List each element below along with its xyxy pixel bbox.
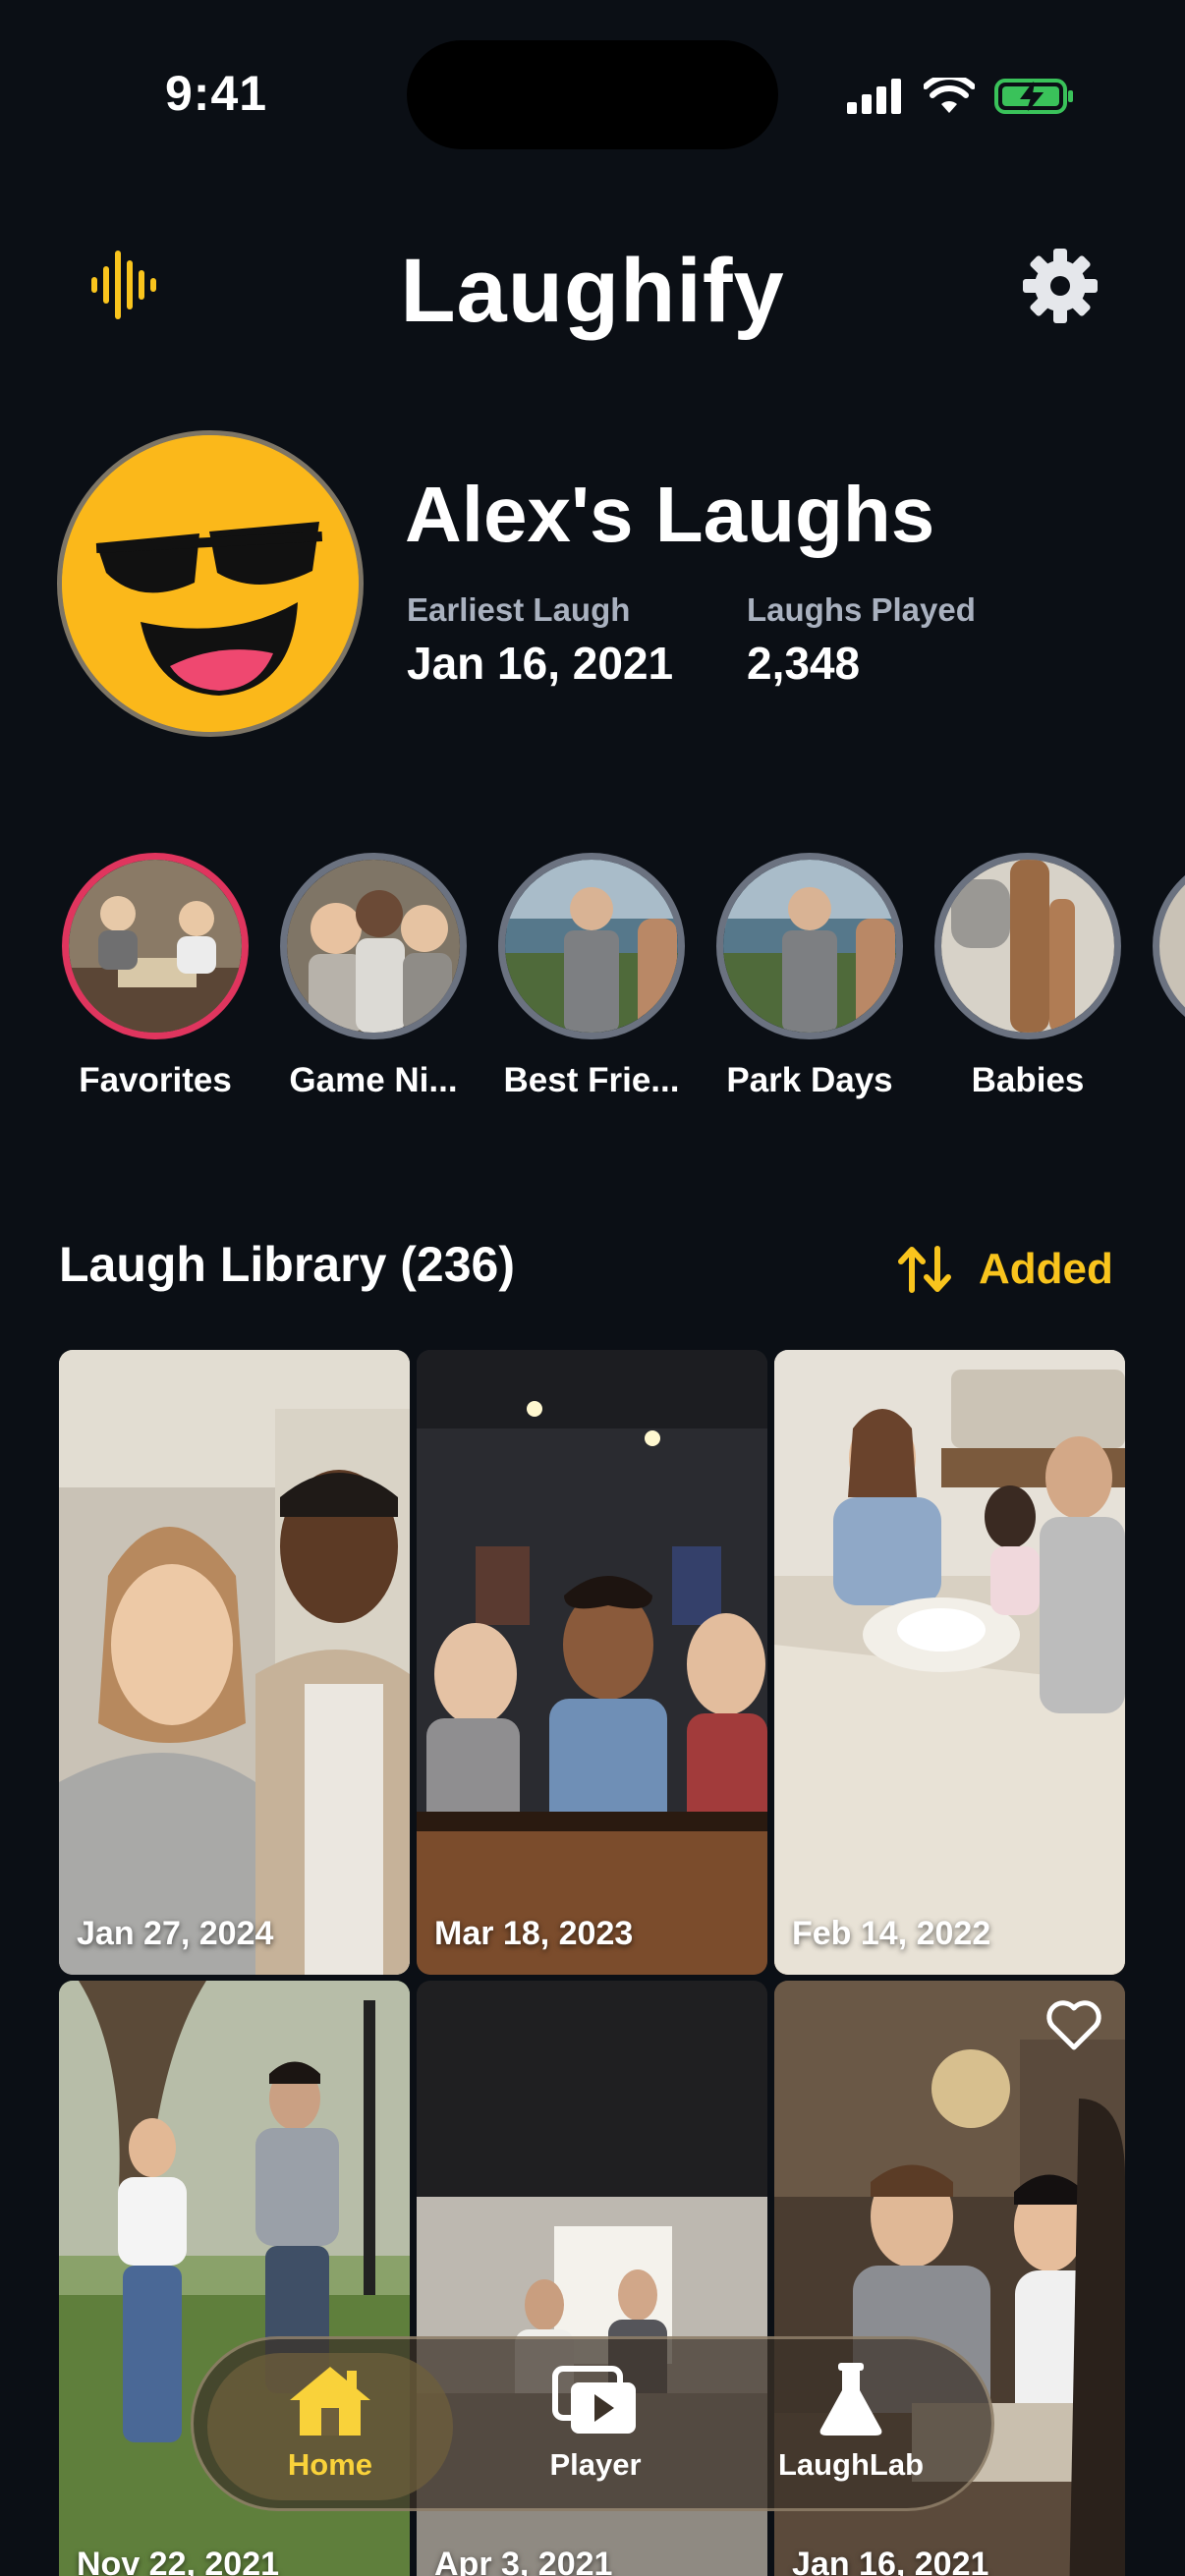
tile-date: Jan 16, 2021: [792, 2546, 989, 2576]
tab-label: Player: [549, 2447, 642, 2482]
album-label: Favorites: [79, 1061, 232, 1099]
stat-label: Laughs Played: [747, 591, 976, 628]
album-photo: [723, 860, 896, 1033]
settings-button[interactable]: [1022, 248, 1099, 324]
album-label: Babies: [971, 1061, 1085, 1099]
album-label: Best Frie...: [503, 1061, 680, 1099]
album-photo: [505, 860, 678, 1033]
wifi-icon: [924, 78, 975, 113]
player-icon: [552, 2366, 636, 2434]
album-photo: [287, 860, 460, 1033]
album-thumbnail: [1153, 853, 1185, 1039]
heart-icon[interactable]: [1044, 1996, 1103, 2051]
tile-date: Feb 14, 2022: [792, 1915, 991, 1952]
tab-laughlab[interactable]: LaughLab: [728, 2353, 974, 2500]
album-thumbnail: [62, 853, 249, 1039]
home-icon: [290, 2367, 370, 2436]
laugh-thumbnail: [417, 1350, 767, 1975]
album-thumbnail: [280, 853, 467, 1039]
album-best-friends[interactable]: Best Frie...: [497, 853, 686, 1100]
app-title: Laughify: [400, 241, 785, 341]
tab-bar: Home Player LaughLab: [191, 2336, 994, 2511]
flask-icon: [819, 2363, 882, 2436]
tile-date: Nov 22, 2021: [77, 2546, 280, 2576]
laugh-thumbnail: [774, 1350, 1125, 1975]
stat-value: Jan 16, 2021: [407, 638, 674, 689]
tile-date: Apr 3, 2021: [434, 2546, 613, 2576]
library-title: Laugh Library (236): [59, 1237, 515, 1292]
stat-value: 2,348: [747, 638, 861, 689]
tile-date: Jan 27, 2024: [77, 1915, 274, 1952]
tab-player[interactable]: Player: [473, 2353, 718, 2500]
stat-label: Earliest Laugh: [407, 591, 631, 628]
album-thumbnail: [498, 853, 685, 1039]
earliest-laugh-stat: Earliest Laugh Jan 16, 2021: [407, 591, 673, 690]
album-carousel[interactable]: Favorites Game Ni... Best Frie... Park D…: [0, 853, 1185, 1108]
album-partial[interactable]: [1152, 853, 1185, 1039]
profile-avatar[interactable]: [57, 430, 364, 737]
album-babies[interactable]: Babies: [933, 853, 1122, 1100]
sort-arrows-icon: [898, 1246, 951, 1293]
gear-icon: [1023, 249, 1098, 323]
profile-name: Alex's Laughs: [405, 471, 935, 558]
dynamic-island: [407, 40, 778, 149]
laughs-played-stat: Laughs Played 2,348: [747, 591, 976, 690]
album-favorites[interactable]: Favorites: [61, 853, 250, 1100]
laugh-tile[interactable]: Feb 14, 2022: [774, 1350, 1125, 1975]
album-photo: [941, 860, 1114, 1033]
album-label: Park Days: [726, 1061, 893, 1099]
laugh-tile[interactable]: Jan 27, 2024: [59, 1350, 410, 1975]
status-icons: [847, 71, 1075, 122]
laugh-tile[interactable]: Mar 18, 2023: [417, 1350, 767, 1975]
app-header: Laughify: [0, 226, 1185, 344]
album-game-night[interactable]: Game Ni...: [279, 853, 468, 1100]
sort-button[interactable]: Added: [898, 1240, 1113, 1299]
sunglasses-emoji-icon: [62, 435, 359, 732]
status-time: 9:41: [165, 66, 268, 121]
album-thumbnail: [716, 853, 903, 1039]
sort-label: Added: [979, 1245, 1113, 1293]
album-label: Game Ni...: [289, 1061, 458, 1099]
album-thumbnail: [934, 853, 1121, 1039]
battery-charging-icon: [994, 79, 1073, 114]
cellular-signal-icon: [847, 79, 901, 114]
laugh-thumbnail: [59, 1350, 410, 1975]
album-photo: [69, 860, 242, 1033]
tab-label: LaughLab: [777, 2447, 925, 2482]
tab-home[interactable]: Home: [207, 2353, 453, 2500]
tab-label: Home: [287, 2447, 373, 2482]
album-park-days[interactable]: Park Days: [715, 853, 904, 1100]
tile-date: Mar 18, 2023: [434, 1915, 634, 1952]
